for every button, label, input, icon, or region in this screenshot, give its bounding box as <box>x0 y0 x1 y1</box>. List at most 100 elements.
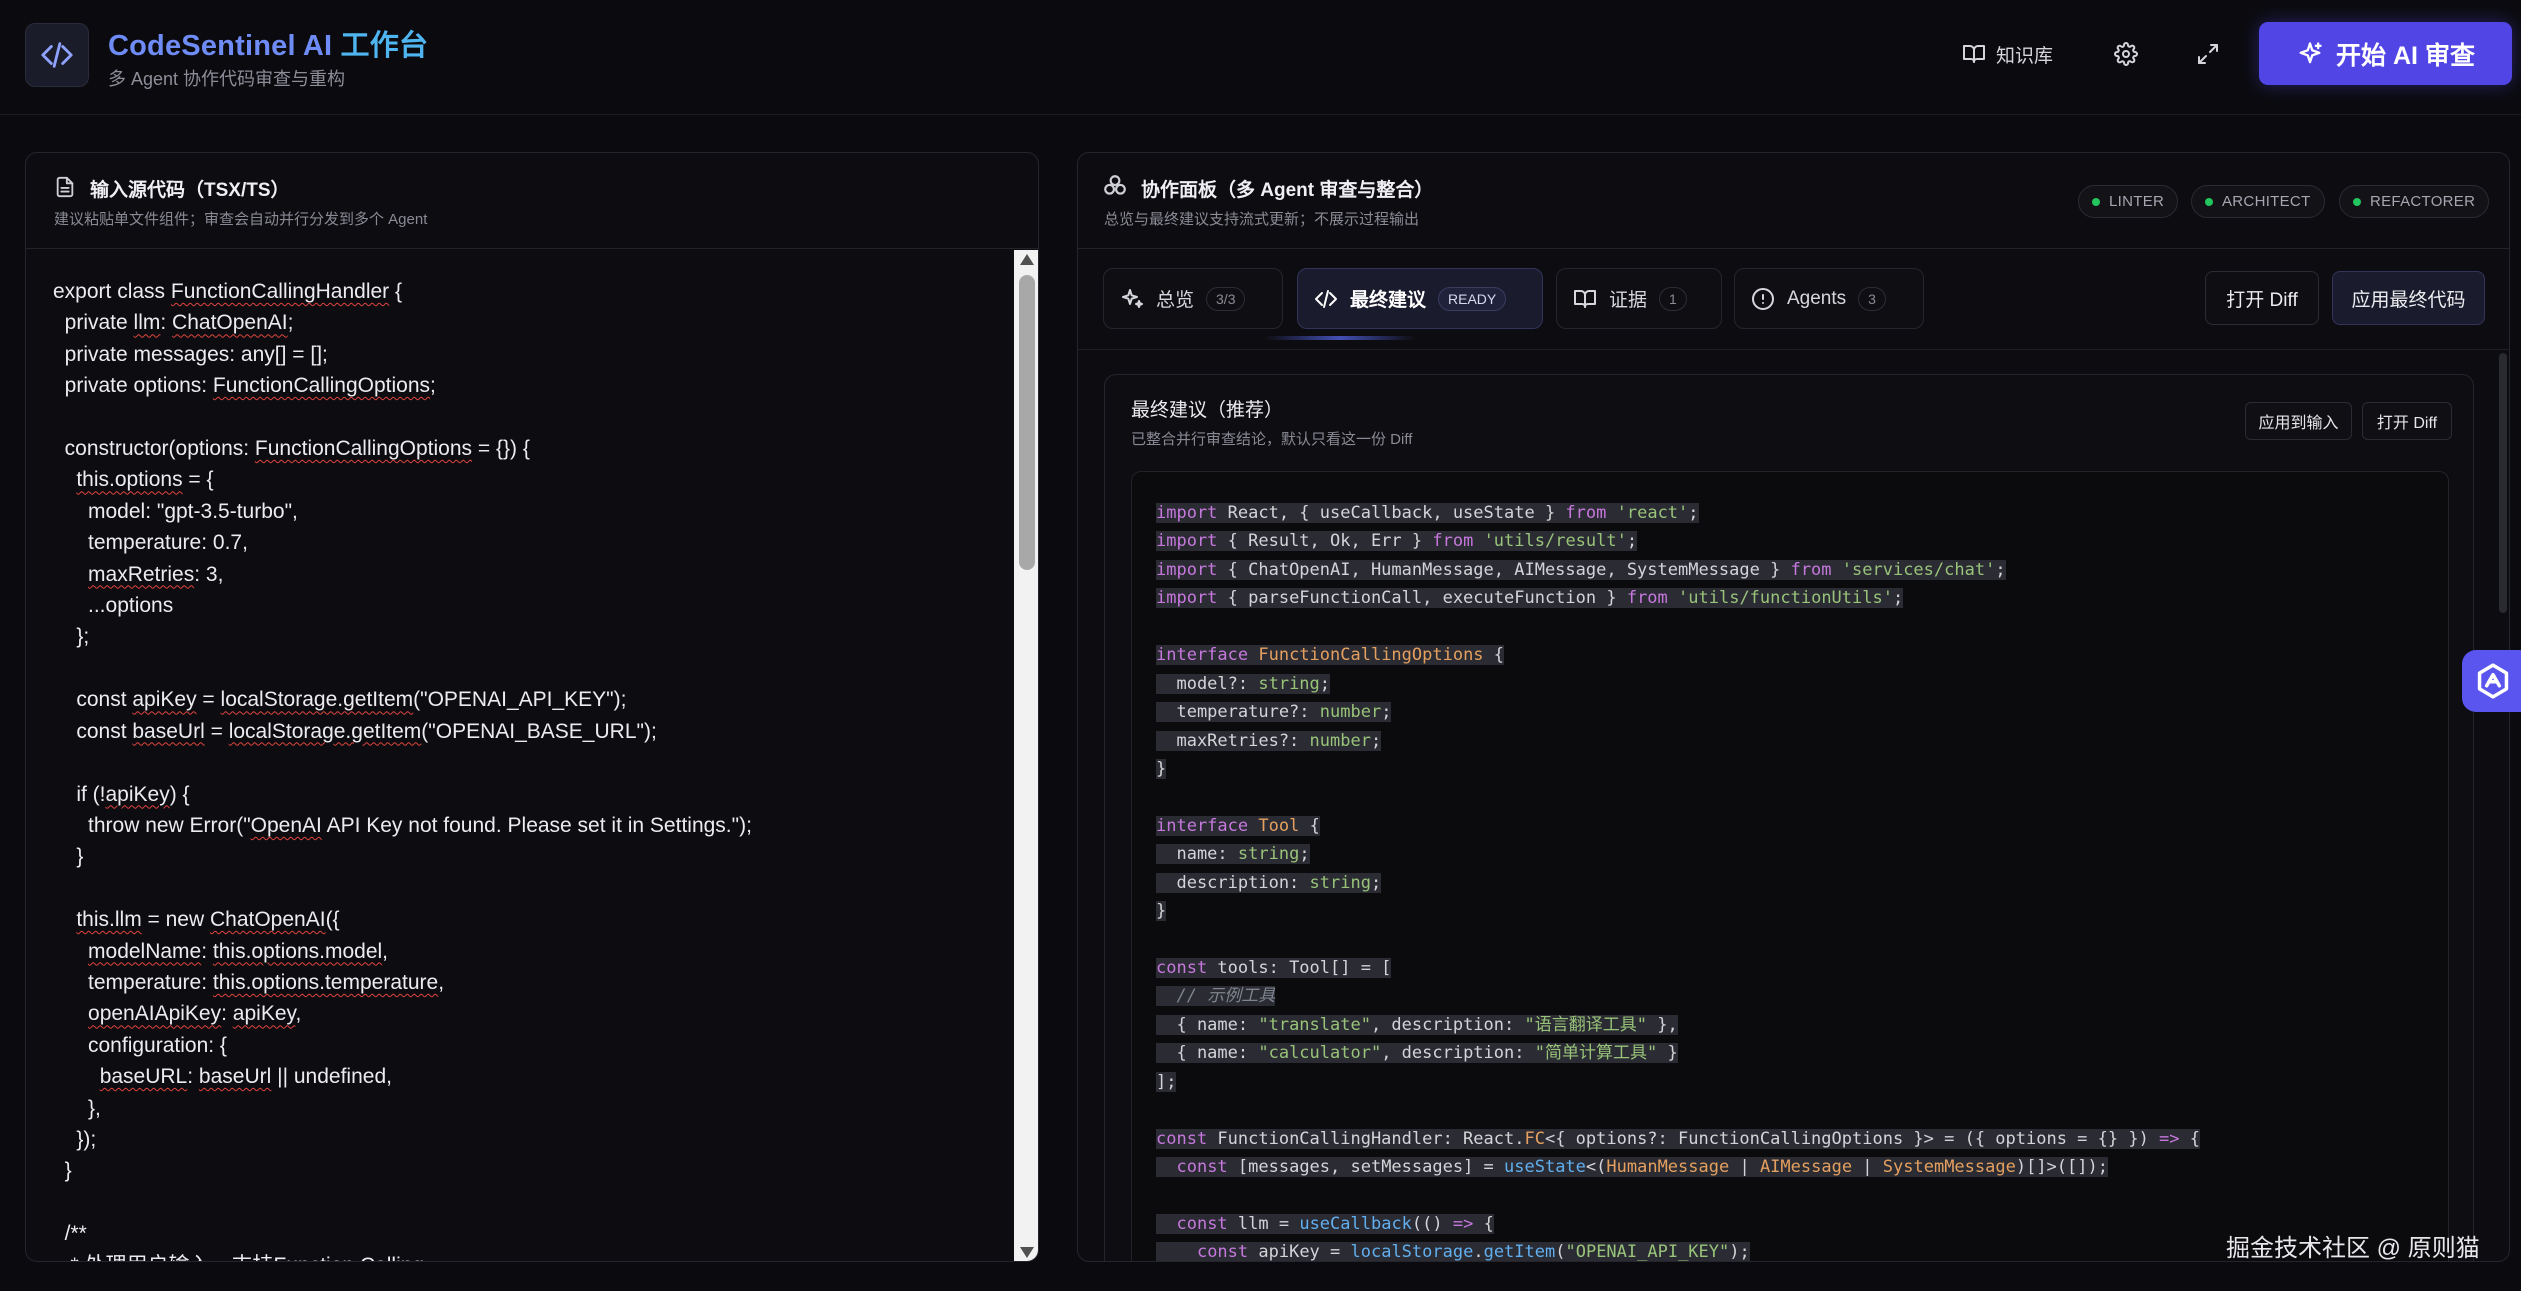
agent-chip-architect: ARCHITECT <box>2191 185 2325 218</box>
code-line: interface Tool { <box>1156 815 1320 836</box>
settings-button[interactable] <box>2108 36 2144 72</box>
code-line: import { Result, Ok, Err } from 'utils/r… <box>1156 531 1638 552</box>
app-header: CodeSentinel AI 工作台 多 Agent 协作代码审查与重构 知识… <box>0 0 2521 115</box>
source-code-line: constructor(options: FunctionCallingOpti… <box>53 437 530 461</box>
source-code-line: }; <box>53 625 90 649</box>
code-line: ]; <box>1156 1071 1177 1092</box>
ai-assistant-icon <box>2477 663 2509 699</box>
sparkles-icon <box>1122 288 1143 308</box>
code-line: const FunctionCallingHandler: React.FC<{… <box>1156 1128 2201 1149</box>
code-line: // 示例工具 <box>1156 982 2448 1010</box>
scroll-thumb[interactable] <box>1019 275 1035 570</box>
code-line: interface FunctionCallingOptions { <box>1156 645 1505 666</box>
active-tab-indicator <box>1265 336 1415 340</box>
alert-circle-icon <box>1752 287 1774 310</box>
code-line: temperature?: number; <box>1156 702 1392 723</box>
source-code-line: const baseUrl = localStorage.getItem("OP… <box>53 719 657 743</box>
source-code-line: if (!apiKey) { <box>53 782 190 806</box>
app-subtitle: 多 Agent 协作代码审查与重构 <box>108 69 346 89</box>
status-dot-icon <box>2353 197 2361 206</box>
suggestion-title: 最终建议（推荐） <box>1131 400 1284 421</box>
apply-to-input-button[interactable]: 应用到输入 <box>2245 402 2352 440</box>
code-line: import { parseFunctionCall, executeFunct… <box>1156 588 1904 609</box>
tab-badge: READY <box>1438 286 1507 311</box>
scroll-down-icon[interactable] <box>1020 1247 1034 1258</box>
source-code-line: throw new Error("OpenAI API Key not foun… <box>53 813 752 837</box>
source-code-line: /** <box>53 1222 87 1246</box>
source-code-line: const apiKey = localStorage.getItem("OPE… <box>53 688 627 712</box>
status-dot-icon <box>2205 197 2213 206</box>
gear-icon <box>2114 42 2138 66</box>
source-code-line: ...options <box>53 594 174 618</box>
source-code-line <box>53 653 1011 684</box>
source-code-line: this.options = { <box>76 468 214 492</box>
code-line: import React, { useCallback, useState } … <box>1156 503 1699 523</box>
tab-final-suggestion[interactable]: 最终建议 READY <box>1297 268 1543 329</box>
source-code-line <box>53 873 1011 904</box>
source-code-line: private options: FunctionCallingOptions; <box>53 374 436 398</box>
expand-icon <box>2198 44 2218 64</box>
code-line: model?: string; <box>1156 673 1331 694</box>
tab-overview[interactable]: 总览 3/3 <box>1103 268 1283 329</box>
collab-scrollbar[interactable] <box>2499 353 2507 613</box>
assistant-float-button[interactable] <box>2462 650 2521 712</box>
source-code-line: this.llm = new ChatOpenAI({ <box>76 908 340 932</box>
divider <box>1078 349 2509 350</box>
source-code-line: }); <box>53 1127 97 1151</box>
final-suggestion-card: 最终建议（推荐） 已整合并行审查结论，默认只看这一份 Diff 应用到输入 打开… <box>1104 374 2474 1261</box>
collab-panel-subtitle: 总览与最终建议支持流式更新；不展示过程输出 <box>1104 211 1420 228</box>
start-review-label: 开始 AI 审查 <box>2336 41 2475 70</box>
source-code-line: private llm: ChatOpenAI; <box>53 311 294 335</box>
suggestion-subtitle: 已整合并行审查结论，默认只看这一份 Diff <box>1131 431 1413 448</box>
tab-badge: 3/3 <box>1206 286 1246 311</box>
sparkles-icon <box>2299 41 2322 63</box>
watermark-text: 掘金技术社区 @ 原则猫 <box>2226 1235 2480 1262</box>
source-code-line: temperature: 0.7, <box>53 531 248 555</box>
source-code-line: * 处理用户输入，支持Function Calling <box>53 1250 1011 1261</box>
tab-badge: 3 <box>1858 286 1886 311</box>
open-diff-button[interactable]: 打开 Diff <box>2205 271 2319 325</box>
collab-panel-title: 协作面板（多 Agent 审查与整合） <box>1141 180 1434 201</box>
code-logo-icon <box>25 23 89 87</box>
start-review-button[interactable]: 开始 AI 审查 <box>2259 22 2512 85</box>
source-code-line: model: "gpt-3.5-turbo", <box>53 499 298 523</box>
file-text-icon <box>56 176 74 198</box>
agent-chip-linter: LINTER <box>2078 185 2179 218</box>
source-panel-header: 输入源代码（TSX/TS） 建议粘贴单文件组件；审查会自动并行分发到多个 Age… <box>26 153 1038 249</box>
source-code-line: } <box>53 1159 72 1183</box>
fullscreen-button[interactable] <box>2190 36 2226 72</box>
source-code-line <box>53 1187 1011 1218</box>
tab-evidence[interactable]: 证据 1 <box>1556 268 1722 329</box>
scroll-up-icon[interactable] <box>1020 254 1034 265</box>
knowledge-base-link[interactable]: 知识库 <box>1962 38 2053 70</box>
source-scrollbar[interactable] <box>1014 250 1038 1261</box>
tab-label: 最终建议 <box>1350 290 1427 311</box>
open-diff-small-button[interactable]: 打开 Diff <box>2362 402 2452 440</box>
code-line: name: string; <box>1156 844 1310 865</box>
apply-final-code-button[interactable]: 应用最终代码 <box>2332 271 2485 325</box>
book-icon <box>1963 45 1985 63</box>
source-code-line: configuration: { <box>53 1033 227 1057</box>
source-panel-subtitle: 建议粘贴单文件组件；审查会自动并行分发到多个 Agent <box>54 211 428 228</box>
status-dot-icon <box>2092 197 2100 206</box>
source-code-line: }, <box>53 1096 101 1120</box>
source-input-panel: 输入源代码（TSX/TS） 建议粘贴单文件组件；审查会自动并行分发到多个 Age… <box>25 152 1039 1262</box>
book-open-icon <box>1574 289 1596 308</box>
code-line: import { ChatOpenAI, HumanMessage, AIMes… <box>1156 559 2006 580</box>
collaboration-panel: 协作面板（多 Agent 审查与整合） 总览与最终建议支持流式更新；不展示过程输… <box>1077 152 2510 1262</box>
app-title: CodeSentinel AI 工作台 <box>108 30 429 62</box>
code-line: maxRetries?: number; <box>1156 730 1382 751</box>
code-icon <box>1315 289 1337 308</box>
source-code-editor[interactable]: export class FunctionCallingHandler { pr… <box>26 250 1011 1261</box>
code-line: description: string; <box>1156 872 1382 893</box>
tab-badge: 1 <box>1659 286 1687 311</box>
source-code-line: } <box>53 845 84 869</box>
agent-chip-refactorer: REFACTORER <box>2339 185 2490 218</box>
source-code-line: modelName: this.options.model, <box>88 939 389 963</box>
source-code-line <box>53 747 1011 778</box>
tab-agents[interactable]: Agents 3 <box>1734 268 1924 329</box>
source-code-line: baseURL: baseUrl || undefined, <box>99 1065 392 1089</box>
